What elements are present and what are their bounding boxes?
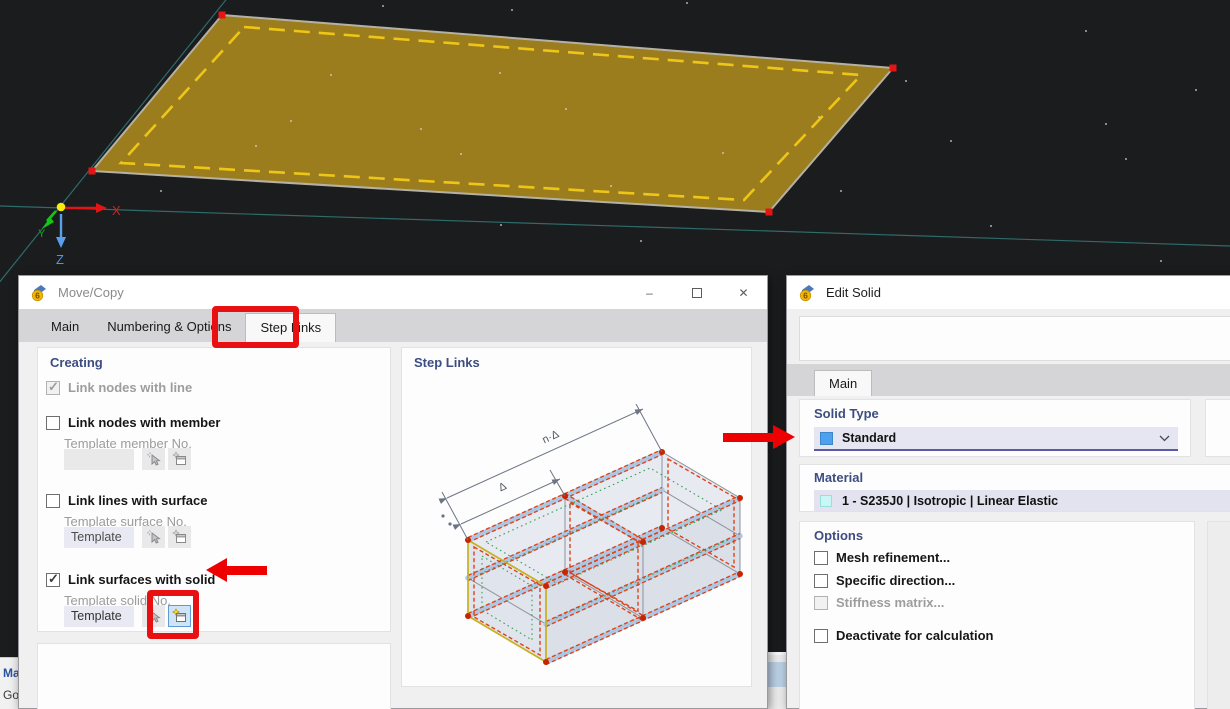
dim-label-delta: Δ xyxy=(497,480,509,494)
select-template-member-button[interactable] xyxy=(142,448,165,470)
new-template-member-button[interactable] xyxy=(168,448,191,470)
material-groupbox: Material 1 - S235J0 | Isotropic | Linear… xyxy=(799,464,1230,512)
creating-header: Creating xyxy=(50,355,103,370)
minimize-icon: – xyxy=(646,285,653,300)
material-row[interactable]: 1 - S235J0 | Isotropic | Linear Elastic xyxy=(814,490,1230,511)
move-copy-tabstrip: Main Numbering & Options Step Links xyxy=(19,309,767,342)
tab-edit-solid-main[interactable]: Main xyxy=(814,370,873,396)
step-links-header: Step Links xyxy=(414,355,480,370)
lower-left-groupbox xyxy=(37,643,391,709)
close-icon: ✕ xyxy=(738,285,749,300)
specific-direction-label[interactable]: Specific direction... xyxy=(836,573,955,588)
link-nodes-with-line-label: Link nodes with line xyxy=(68,380,193,395)
new-object-icon xyxy=(171,529,186,543)
annotation-arrow-left xyxy=(206,558,267,582)
template-solid-input[interactable] xyxy=(64,605,134,627)
link-lines-with-surface-label[interactable]: Link lines with surface xyxy=(68,493,207,508)
new-object-icon xyxy=(171,451,186,465)
deactivate-for-calculation-label[interactable]: Deactivate for calculation xyxy=(836,628,994,643)
select-pointer-icon xyxy=(146,452,161,466)
left-fragment-text-top: Ma xyxy=(3,666,18,680)
annotation-box-new-solid-button xyxy=(147,590,199,639)
edit-solid-title: Edit Solid xyxy=(826,285,881,300)
link-nodes-with-member-label[interactable]: Link nodes with member xyxy=(68,415,220,430)
mesh-refinement-checkbox[interactable] xyxy=(814,550,828,565)
app-icon: 6 xyxy=(799,285,814,302)
annotation-box-step-links-tab xyxy=(212,306,299,348)
solid-type-header: Solid Type xyxy=(814,406,879,421)
material-header: Material xyxy=(814,470,864,485)
step-links-illustration: Δ n·Δ xyxy=(438,403,743,666)
left-fragment-text-bottom: Go xyxy=(3,688,18,702)
specific-direction-checkbox[interactable] xyxy=(814,573,828,588)
solid-type-color-swatch xyxy=(820,431,833,445)
window-controls: – ✕ xyxy=(626,276,767,309)
edit-solid-tabstrip: Main xyxy=(787,364,1230,396)
dim-label-n-delta: n·Δ xyxy=(540,428,561,446)
link-surfaces-with-solid-label[interactable]: Link surfaces with solid xyxy=(68,572,215,587)
new-template-surface-button[interactable] xyxy=(168,526,191,548)
x-axis-label: X xyxy=(112,203,121,218)
link-nodes-with-line-checkbox xyxy=(46,379,60,395)
creating-groupbox: Creating Link nodes with line Link nodes… xyxy=(37,347,391,632)
link-surfaces-with-solid-checkbox[interactable] xyxy=(46,571,60,587)
template-member-input[interactable] xyxy=(64,448,134,470)
chevron-down-icon xyxy=(1159,435,1170,441)
solid-type-dropdown[interactable]: Standard xyxy=(814,427,1178,451)
tab-main[interactable]: Main xyxy=(37,313,93,342)
minimize-button[interactable]: – xyxy=(626,276,673,309)
move-copy-title: Move/Copy xyxy=(58,285,124,300)
template-surface-input[interactable] xyxy=(64,526,134,548)
mesh-refinement-label[interactable]: Mesh refinement... xyxy=(836,550,950,565)
step-links-panel: Step Links Δ n·Δ xyxy=(401,347,752,687)
edit-solid-dialog: 6 Edit Solid Main Solid Type Standard Ma… xyxy=(786,275,1230,709)
stiffness-matrix-label: Stiffness matrix... xyxy=(836,595,945,610)
solid-type-value: Standard xyxy=(842,431,897,445)
close-button[interactable]: ✕ xyxy=(720,276,767,309)
gap-highlight xyxy=(768,652,787,655)
application-window: X Y Z Ma Go 6 Move/Copy – ✕ xyxy=(0,0,1230,709)
solid-name-box xyxy=(799,316,1230,361)
select-template-surface-button[interactable] xyxy=(142,526,165,548)
solid-type-groupbox: Solid Type Standard xyxy=(799,399,1191,457)
options-side-box xyxy=(1207,521,1230,709)
move-copy-titlebar[interactable]: 6 Move/Copy – ✕ xyxy=(19,276,767,309)
scrollbar-thumb[interactable] xyxy=(768,662,787,687)
move-copy-dialog: 6 Move/Copy – ✕ Main Numbering & Options… xyxy=(18,275,768,709)
solid-type-side-box xyxy=(1205,399,1230,457)
background-gap-strip xyxy=(767,652,788,709)
deactivate-for-calculation-checkbox[interactable] xyxy=(814,628,828,643)
z-axis-label: Z xyxy=(56,252,64,267)
background-left-panel-fragment: Ma Go xyxy=(0,657,18,709)
options-header: Options xyxy=(814,528,864,543)
svg-text:6: 6 xyxy=(803,291,808,301)
edit-solid-titlebar[interactable]: 6 Edit Solid xyxy=(787,276,1230,309)
y-axis-label: Y xyxy=(38,228,46,240)
stiffness-matrix-checkbox xyxy=(814,595,828,610)
annotation-arrow-right xyxy=(723,425,795,449)
svg-text:6: 6 xyxy=(35,291,40,301)
maximize-icon xyxy=(691,287,702,298)
link-lines-with-surface-checkbox[interactable] xyxy=(46,493,60,508)
app-icon: 6 xyxy=(31,285,46,302)
select-pointer-icon xyxy=(146,530,161,544)
options-groupbox: Options Mesh refinement... Specific dire… xyxy=(799,521,1195,709)
material-color-swatch xyxy=(820,494,832,507)
link-nodes-with-member-checkbox[interactable] xyxy=(46,415,60,430)
maximize-button[interactable] xyxy=(673,276,720,309)
material-value: 1 - S235J0 | Isotropic | Linear Elastic xyxy=(842,493,1059,508)
